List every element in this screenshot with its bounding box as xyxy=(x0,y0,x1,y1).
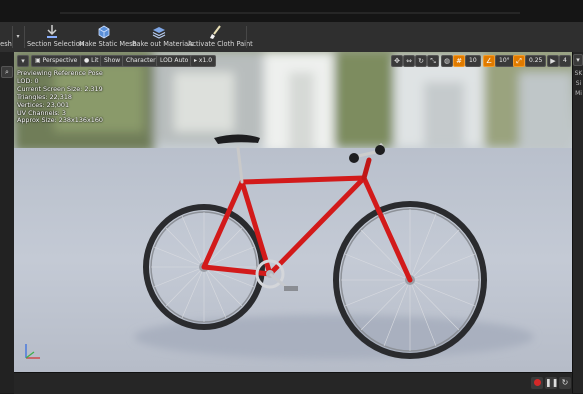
camera-speed-icon[interactable]: ▶ xyxy=(547,55,559,67)
partial-label: esh xyxy=(0,40,12,48)
world-space-icon[interactable]: ◍ xyxy=(441,55,453,67)
activate-cloth-paint-button[interactable]: Activate Cloth Paint xyxy=(188,24,253,50)
axis-gizmo-icon xyxy=(25,344,40,359)
pause-button[interactable]: ❚❚ xyxy=(545,377,559,389)
speed-label: x1.0 xyxy=(198,57,213,64)
perspective-label: Perspective xyxy=(42,57,78,64)
panel-item[interactable]: Mi xyxy=(573,90,583,100)
viewport-stats: Previewing Reference Pose LOD: 0 Current… xyxy=(17,69,103,125)
chevron-down-icon: ▾ xyxy=(16,33,20,40)
left-panel-strip: ⌕ xyxy=(0,52,14,393)
section-selection-icon xyxy=(47,25,57,38)
lod-button[interactable]: LOD Auto xyxy=(156,55,193,67)
cloth-paint-icon xyxy=(210,25,221,39)
grid-snap-value[interactable]: 10 xyxy=(465,55,481,67)
lit-label: Lit xyxy=(91,57,99,64)
record-icon xyxy=(533,379,541,386)
rotate-icon[interactable]: ↻ xyxy=(415,55,427,67)
viewport-toolbar: ▾ ▣ Perspective ● Lit Show Character LOD… xyxy=(14,52,572,68)
search-icon[interactable]: ⌕ xyxy=(1,66,13,78)
bake-materials-icon xyxy=(152,27,166,39)
lod-label: LOD Auto xyxy=(160,57,189,64)
make-static-mesh-label: Make Static Mesh xyxy=(79,40,137,48)
stats-line: Approx Size: 238x136x160 xyxy=(17,116,103,125)
section-selection-label: Section Selection xyxy=(27,40,84,48)
grid-snap-icon[interactable]: # xyxy=(453,55,465,67)
playback-bar: ❚❚ ↻ xyxy=(14,372,572,394)
character-label: Character xyxy=(126,57,156,64)
scale-snap-icon[interactable]: ⤢ xyxy=(513,55,525,67)
scale-icon[interactable]: ⤡ xyxy=(427,55,439,67)
section-selection-button[interactable]: Section Selection xyxy=(27,24,84,50)
details-panel: ▾ SK Si Mi xyxy=(572,52,583,393)
title-bar xyxy=(0,0,583,22)
camera-speed-value[interactable]: 4 xyxy=(559,55,571,67)
show-button[interactable]: Show xyxy=(100,55,125,67)
loop-icon: ↻ xyxy=(561,378,569,387)
main-toolbar: esh ▾ Section Selection Make Static Mesh… xyxy=(0,22,583,53)
panel-menu-icon[interactable]: ▾ xyxy=(573,54,583,66)
scale-snap-value[interactable]: 0.25 xyxy=(525,55,547,67)
make-static-mesh-button[interactable]: Make Static Mesh xyxy=(79,24,137,50)
rotate-snap-value[interactable]: 10° xyxy=(495,55,514,67)
bake-materials-button[interactable]: Bake out Materials xyxy=(132,24,194,50)
playback-speed-button[interactable]: ▸ x1.0 xyxy=(190,55,217,67)
perspective-cube-icon: ▣ xyxy=(35,57,43,64)
pause-icon: ❚❚ xyxy=(545,378,559,387)
make-static-mesh-icon xyxy=(98,25,110,39)
character-button[interactable]: Character xyxy=(122,55,160,67)
skeletal-mesh-viewport[interactable]: ▾ ▣ Perspective ● Lit Show Character LOD… xyxy=(14,52,572,372)
translate-icon[interactable]: ⇔ xyxy=(403,55,415,67)
viewport-options-icon[interactable]: ▾ xyxy=(17,55,29,67)
static-mesh-button-partial[interactable]: esh xyxy=(0,24,12,50)
activate-cloth-paint-label: Activate Cloth Paint xyxy=(188,40,253,48)
record-button[interactable] xyxy=(531,377,543,389)
separator xyxy=(246,26,247,48)
loop-button[interactable]: ↻ xyxy=(559,377,571,389)
show-label: Show xyxy=(104,57,121,64)
select-mode-icon[interactable]: ✥ xyxy=(391,55,403,67)
dropdown-arrow[interactable]: ▾ xyxy=(13,24,23,50)
rotate-snap-icon[interactable]: ∠ xyxy=(483,55,495,67)
perspective-button[interactable]: ▣ Perspective xyxy=(31,55,82,67)
panel-item[interactable]: Si xyxy=(573,80,583,90)
separator xyxy=(24,26,25,48)
panel-item[interactable]: SK xyxy=(573,70,583,80)
bake-materials-label: Bake out Materials xyxy=(132,40,194,48)
